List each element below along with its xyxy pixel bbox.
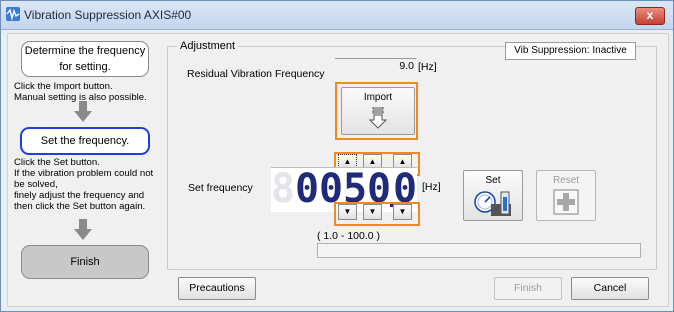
set-button-label: Set — [485, 175, 501, 186]
residual-frequency-unit: [Hz] — [418, 61, 437, 73]
desc1-line1: Click the Import button. — [14, 81, 113, 92]
step-finish: Finish — [21, 245, 149, 279]
flow-arrow-down-icon — [74, 101, 92, 122]
dialog-body: Determine the frequency for setting. Cli… — [7, 33, 669, 307]
vibration-suppression-window: Vibration Suppression AXIS#00 x Determin… — [0, 0, 674, 312]
frequency-range-label: ( 1.0 - 100.0 ) — [317, 230, 381, 242]
decrement-digit-1-button[interactable]: ▼ — [338, 204, 357, 220]
step-determine-frequency: Determine the frequency for setting. — [21, 41, 149, 77]
reset-button-label: Reset — [552, 175, 580, 186]
desc2-line3: be solved, — [14, 179, 58, 190]
adjustment-group-label: Adjustment — [177, 40, 239, 52]
decrement-digit-3-button[interactable]: ▼ — [393, 204, 412, 220]
step2-label: Set the frequency. — [40, 135, 130, 147]
step1-line2: for setting. — [59, 61, 111, 73]
vib-suppression-status: Vib Suppression: Inactive — [505, 42, 636, 60]
step-set-frequency: Set the frequency. — [20, 127, 150, 155]
precautions-button[interactable]: Precautions — [178, 277, 256, 300]
import-button[interactable]: Import — [341, 87, 415, 135]
residual-frequency-label: Residual Vibration Frequency — [187, 68, 325, 80]
reset-plus-icon — [553, 189, 579, 215]
step3-label: Finish — [70, 256, 100, 268]
cancel-button[interactable]: Cancel — [571, 277, 649, 300]
set-frequency-unit: [Hz] — [422, 181, 441, 193]
import-button-label: Import — [363, 92, 393, 103]
set-frequency-label: Set frequency — [188, 182, 253, 194]
app-icon — [6, 7, 20, 21]
frequency-progress-bar — [317, 243, 641, 258]
desc2-line4: finely adjust the frequency and — [14, 190, 145, 201]
close-button[interactable]: x — [635, 7, 665, 25]
step1-line1: Determine the frequency — [24, 45, 146, 57]
title-bar[interactable]: Vibration Suppression AXIS#00 x — [1, 1, 673, 30]
flow-arrow-down-icon — [74, 219, 92, 240]
finish-button[interactable]: Finish — [494, 277, 562, 300]
window-title: Vibration Suppression AXIS#00 — [24, 8, 192, 22]
desc2-line1: Click the Set button. — [14, 157, 100, 168]
desc2-line5: then click the Set button again. — [14, 201, 146, 212]
import-arrow-icon — [369, 107, 387, 129]
lcd-digit: 0 — [295, 166, 320, 212]
decrement-digit-2-button[interactable]: ▼ — [363, 204, 382, 220]
set-dial-icon — [474, 191, 511, 216]
reset-button[interactable]: Reset — [536, 170, 596, 221]
set-button[interactable]: Set — [463, 170, 523, 221]
lcd-digit: 8 — [271, 166, 296, 212]
step1-description: Click the Import button. Manual setting … — [14, 81, 147, 103]
residual-frequency-value: 9.0 — [335, 58, 417, 73]
step2-description: Click the Set button. If the vibration p… — [14, 157, 153, 212]
desc2-line2: If the vibration problem could not — [14, 168, 154, 179]
